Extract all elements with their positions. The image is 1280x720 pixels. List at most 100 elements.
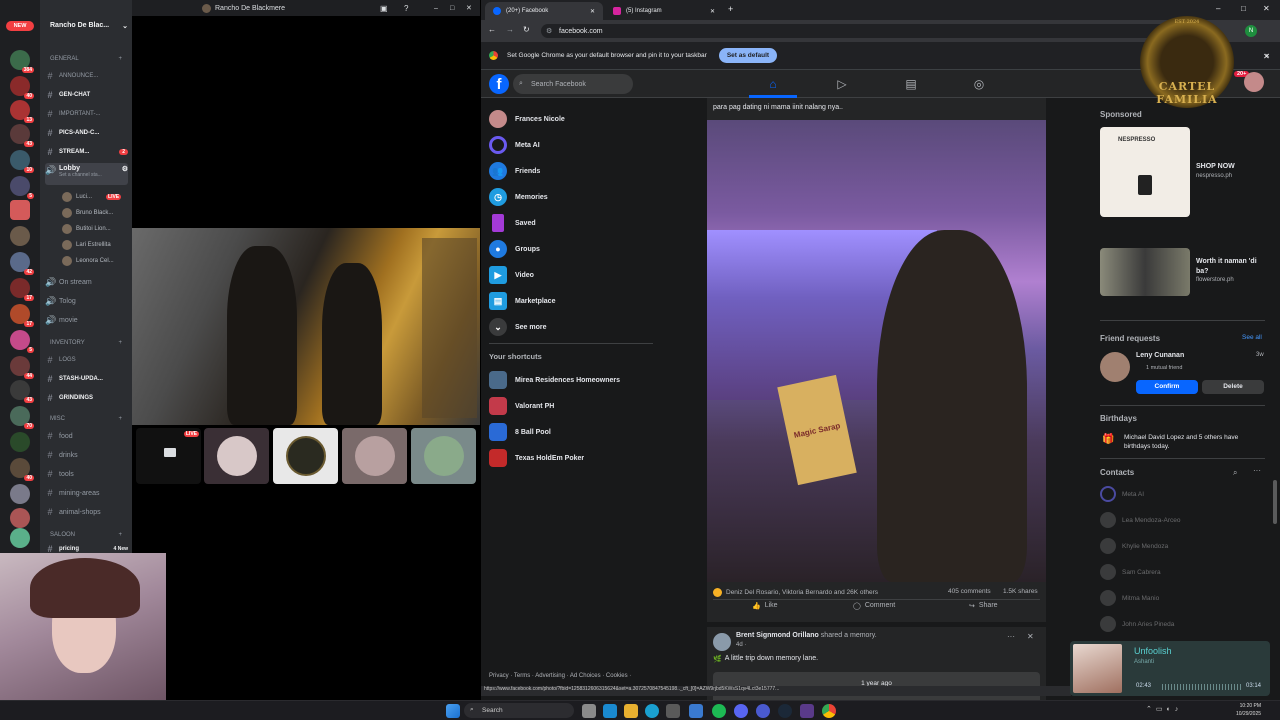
- voice-user[interactable]: Butitoi Lion...: [62, 224, 111, 234]
- close-tab-icon[interactable]: ✕: [590, 8, 595, 15]
- close-icon[interactable]: ✕: [1263, 52, 1270, 61]
- more-options-icon[interactable]: ···: [1007, 632, 1015, 641]
- ad-item[interactable]: Worth it naman 'di ba? flowerstore.ph: [1100, 248, 1270, 296]
- nav-saved[interactable]: Saved: [489, 212, 649, 234]
- delete-button[interactable]: Delete: [1202, 380, 1264, 394]
- server-icon[interactable]: 17: [10, 304, 34, 327]
- server-icon[interactable]: [10, 226, 30, 246]
- server-icon[interactable]: 43: [10, 124, 34, 147]
- tab-instagram[interactable]: (5) Instagram ✕: [605, 2, 723, 20]
- server-icon[interactable]: 40: [10, 76, 34, 99]
- avatar[interactable]: [713, 633, 731, 651]
- close-icon[interactable]: ✕: [1027, 632, 1034, 641]
- voice-user[interactable]: Luci... LIVE: [62, 192, 122, 202]
- server-icon[interactable]: [10, 484, 30, 504]
- scrollbar[interactable]: [1273, 480, 1277, 524]
- mail-server-icon[interactable]: [10, 200, 30, 220]
- plus-icon[interactable]: +: [118, 532, 122, 538]
- contact-item[interactable]: Meta AI: [1100, 486, 1144, 502]
- plus-icon[interactable]: +: [118, 416, 122, 422]
- nav-marketplace[interactable]: ▤ Marketplace: [489, 290, 649, 312]
- gear-icon[interactable]: ⚙: [122, 165, 128, 173]
- channel-item[interactable]: # mining-areas: [45, 485, 128, 501]
- like-button[interactable]: 👍 Like: [752, 602, 778, 610]
- marketplace-icon[interactable]: ▤: [902, 75, 920, 93]
- inbox-icon[interactable]: ▣: [380, 4, 388, 13]
- server-icon[interactable]: [10, 508, 30, 528]
- voice-channel[interactable]: 🔊 On stream: [45, 274, 128, 290]
- channel-item[interactable]: # STREAM... 2: [45, 144, 128, 160]
- server-icon[interactable]: 42: [10, 252, 34, 275]
- back-icon[interactable]: ←: [488, 25, 496, 34]
- plus-icon[interactable]: +: [118, 56, 122, 62]
- server-icon[interactable]: 40: [10, 458, 34, 481]
- server-icon[interactable]: 17: [10, 278, 34, 301]
- participant-tile[interactable]: [204, 428, 269, 484]
- app-icon[interactable]: [756, 704, 770, 718]
- post-photo[interactable]: Magic Sarap: [707, 120, 1046, 582]
- avatar[interactable]: [1100, 352, 1130, 382]
- category-saloon[interactable]: SALOON +: [50, 532, 122, 538]
- taskbar-search[interactable]: ⌕ Search: [464, 703, 574, 718]
- chrome-icon[interactable]: [822, 704, 836, 718]
- nav-groups[interactable]: ● Groups: [489, 238, 649, 260]
- server-icon[interactable]: 13: [10, 100, 34, 123]
- shortcut-item[interactable]: Valorant PH: [489, 395, 649, 417]
- close-icon[interactable]: ✕: [466, 4, 472, 12]
- nav-video[interactable]: ▶ Video: [489, 264, 649, 286]
- stream-video[interactable]: [132, 228, 480, 425]
- server-icon[interactable]: 44: [10, 356, 34, 379]
- app-icon[interactable]: [800, 704, 814, 718]
- category-misc[interactable]: MISC +: [50, 416, 122, 422]
- post-time[interactable]: 4d ·: [736, 642, 746, 648]
- channel-item[interactable]: # GEN-CHAT: [45, 87, 128, 103]
- channel-item[interactable]: # LOGS: [45, 352, 128, 368]
- server-icon[interactable]: 70: [10, 406, 34, 429]
- folder-icon[interactable]: [624, 704, 638, 718]
- profile-avatar[interactable]: N: [1245, 25, 1257, 37]
- participant-tile[interactable]: [411, 428, 476, 484]
- file-explorer-icon[interactable]: [582, 704, 596, 718]
- server-icon[interactable]: [10, 528, 30, 548]
- voice-channel-lobby[interactable]: 🔊 Lobby Set a channel sta... ⚙: [45, 163, 128, 185]
- server-header[interactable]: Rancho De Blac... ⌄: [50, 22, 128, 30]
- app-icon[interactable]: [689, 704, 703, 718]
- footer-links[interactable]: Privacy · Terms · Advertising · Ad Choic…: [489, 673, 631, 679]
- minimize-icon[interactable]: –: [1216, 4, 1220, 13]
- nav-memories[interactable]: ◷ Memories: [489, 186, 649, 208]
- album-art[interactable]: [1073, 644, 1122, 693]
- share-count[interactable]: 1.5K shares: [1003, 588, 1038, 595]
- shortcut-item[interactable]: Mirea Residences Homeowners: [489, 369, 649, 391]
- search-icon[interactable]: ⌕: [1233, 468, 1237, 478]
- contact-item[interactable]: Sam Cabrera: [1100, 564, 1161, 580]
- tab-facebook[interactable]: (20+) Facebook ✕: [485, 2, 603, 20]
- set-default-button[interactable]: Set as default: [718, 48, 778, 63]
- maximize-icon[interactable]: □: [1241, 4, 1246, 13]
- forward-icon[interactable]: →: [506, 25, 514, 34]
- channel-item[interactable]: # food: [45, 428, 128, 444]
- clock[interactable]: 10:20 PM 10/29/2025: [1236, 702, 1261, 718]
- ad-item[interactable]: NESPRESSO SHOP NOW nespresso.ph: [1100, 127, 1270, 217]
- shortcut-item[interactable]: Texas HoldEm Poker: [489, 447, 649, 469]
- search-input[interactable]: ⌕ Search Facebook: [513, 74, 633, 94]
- spotify-icon[interactable]: [712, 704, 726, 718]
- more-options-icon[interactable]: ···: [1253, 466, 1261, 475]
- server-icon[interactable]: 10: [10, 150, 34, 173]
- maximize-icon[interactable]: □: [450, 5, 454, 12]
- start-icon[interactable]: [446, 704, 460, 718]
- share-button[interactable]: ↪ Share: [969, 602, 998, 610]
- minimize-icon[interactable]: –: [434, 5, 438, 12]
- participant-tile[interactable]: [273, 428, 338, 484]
- voice-user[interactable]: Leonora Cel...: [62, 256, 114, 266]
- close-icon[interactable]: ✕: [1263, 4, 1270, 13]
- nav-friends[interactable]: 👥 Friends: [489, 160, 649, 182]
- contact-item[interactable]: Lea Mendoza-Arceo: [1100, 512, 1181, 528]
- facebook-logo[interactable]: f: [489, 74, 509, 94]
- contact-item[interactable]: Khylie Mendoza: [1100, 538, 1168, 554]
- birthdays-text[interactable]: Michael David Lopez and 5 others have bi…: [1124, 433, 1264, 451]
- channel-item[interactable]: # ANNOUNCE...: [45, 68, 128, 84]
- category-general[interactable]: GENERAL +: [50, 56, 122, 62]
- help-icon[interactable]: ?: [404, 4, 408, 13]
- app-icon[interactable]: [603, 704, 617, 718]
- channel-item[interactable]: # PICS-AND-C...: [45, 125, 128, 141]
